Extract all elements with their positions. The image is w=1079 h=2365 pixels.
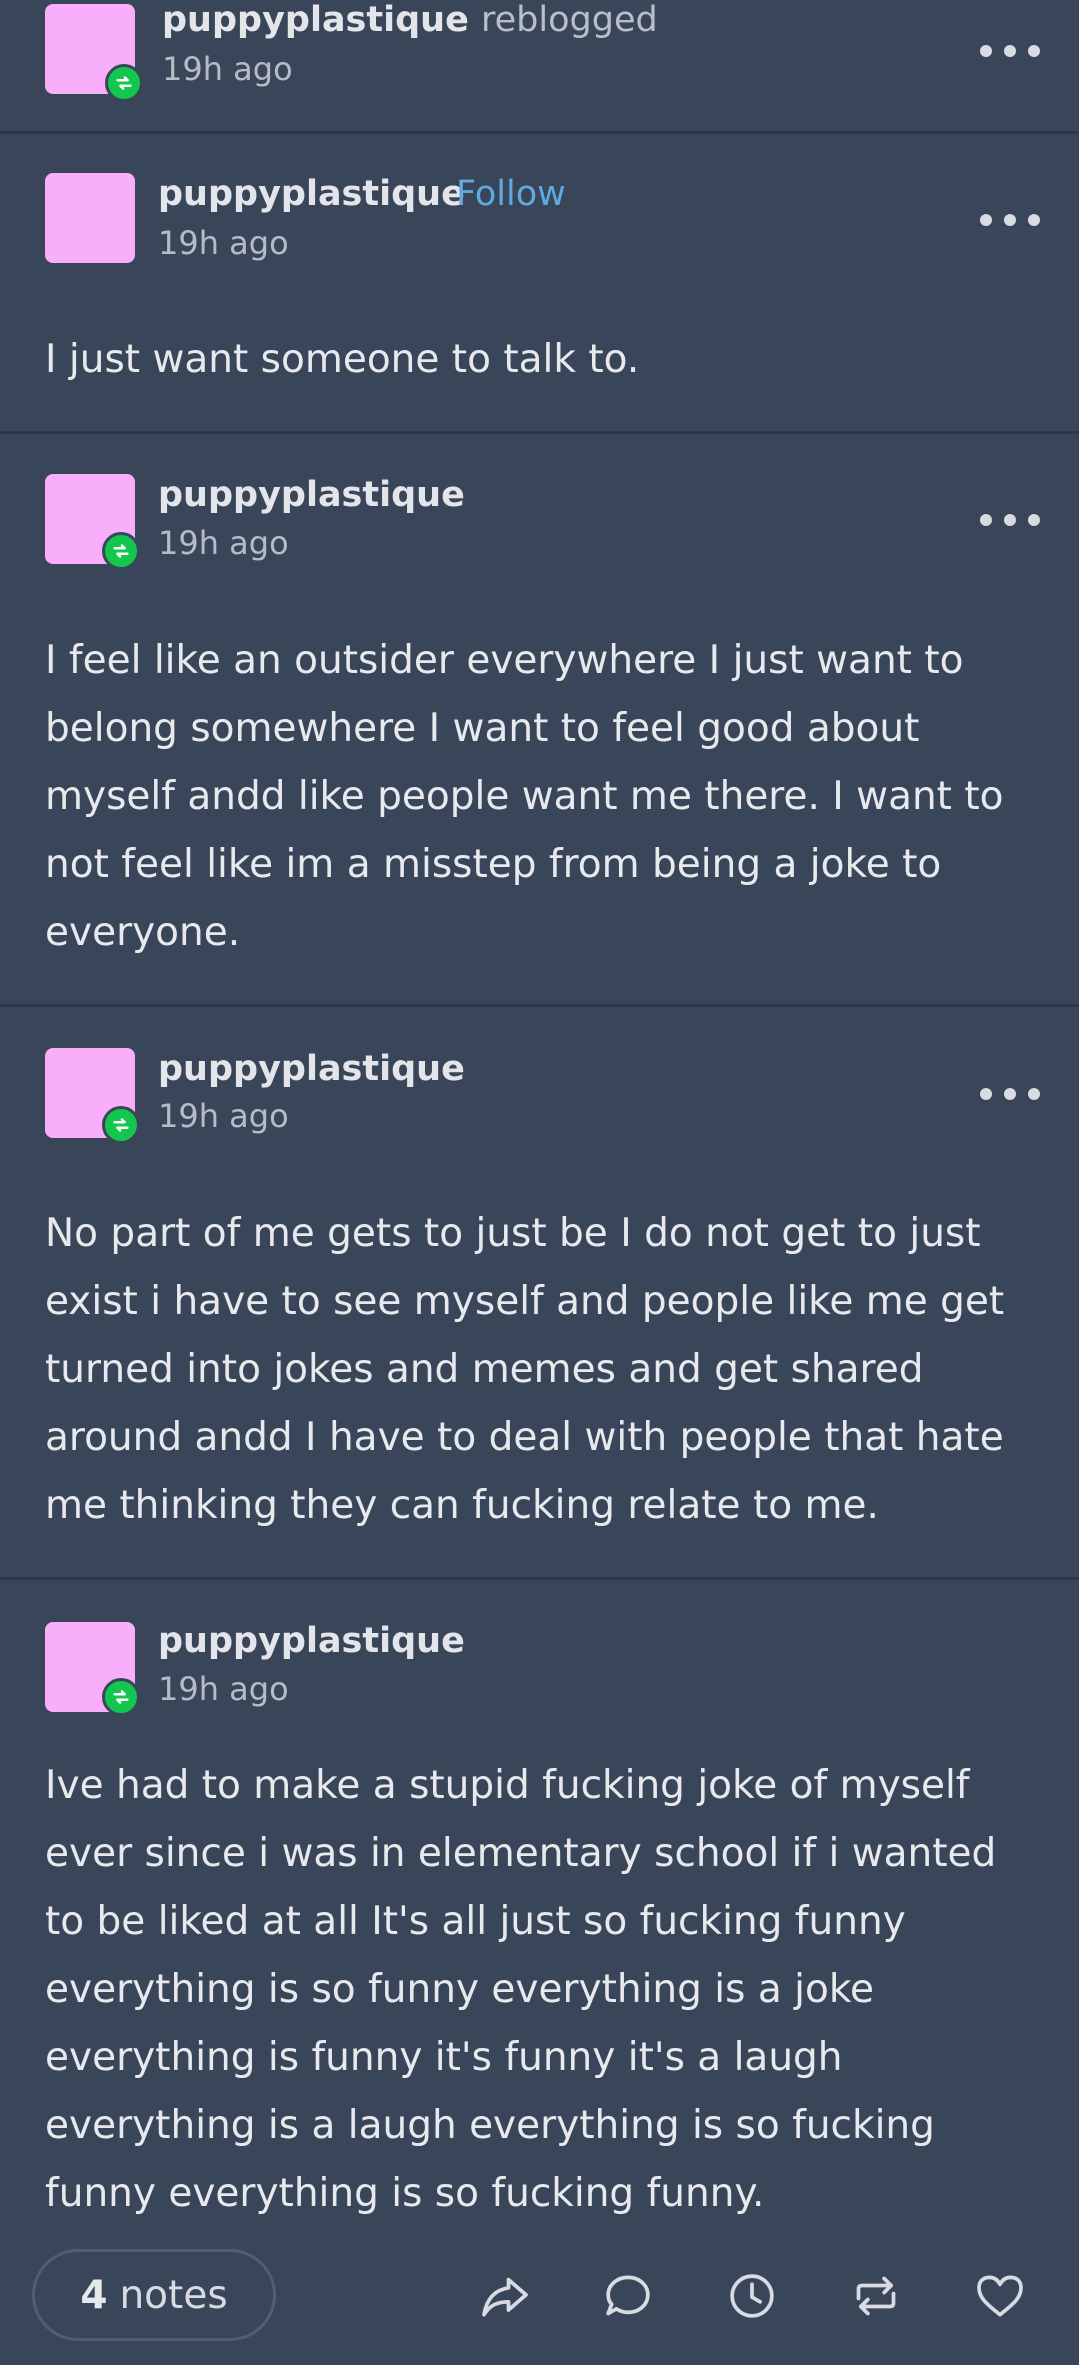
avatar[interactable] — [45, 173, 135, 263]
reblog-icon[interactable] — [848, 2268, 904, 2324]
notes-button[interactable]: 4 notes — [32, 2249, 276, 2341]
post-username[interactable]: puppyplastique — [158, 1621, 465, 1661]
divider — [0, 431, 1079, 434]
post-header: puppyplastique 19h ago — [0, 1616, 1079, 1716]
post-username[interactable]: puppyplastique — [158, 475, 465, 515]
post-username[interactable]: puppyplastique — [158, 174, 465, 214]
timestamp: 19h ago — [158, 1097, 289, 1135]
more-dot — [980, 1088, 992, 1100]
more-dot — [1004, 514, 1016, 526]
post-header: puppyplastique 19h ago — [0, 470, 1079, 570]
more-options-button[interactable] — [980, 205, 1040, 235]
more-dot — [980, 45, 992, 57]
divider — [0, 1004, 1079, 1007]
timestamp: 19h ago — [162, 50, 293, 88]
reblog-badge-icon — [102, 1678, 140, 1716]
divider — [0, 131, 1079, 134]
share-icon[interactable] — [477, 2268, 533, 2324]
post-header: puppyplastique Follow 19h ago — [0, 170, 1079, 270]
reblog-header: puppyplastique reblogged 19h ago — [0, 0, 1079, 102]
more-options-button[interactable] — [980, 36, 1040, 66]
reblog-badge-icon — [102, 532, 140, 570]
reply-icon[interactable] — [600, 2268, 656, 2324]
more-options-button[interactable] — [980, 505, 1040, 535]
more-dot — [1004, 45, 1016, 57]
more-dot — [1004, 214, 1016, 226]
reblog-username-text[interactable]: puppyplastique — [162, 0, 469, 40]
timestamp: 19h ago — [158, 1670, 289, 1708]
post-username[interactable]: puppyplastique — [158, 1049, 465, 1089]
more-dot — [980, 214, 992, 226]
reblog-badge-icon — [102, 1106, 140, 1144]
post-body: No part of me gets to just be I do not g… — [45, 1211, 1005, 1528]
timestamp: 19h ago — [158, 524, 289, 562]
more-dot — [1028, 45, 1040, 57]
notes-label: notes — [119, 2272, 228, 2318]
more-dot — [1028, 1088, 1040, 1100]
reblogged-label: reblogged — [481, 0, 658, 40]
post-body: I just want someone to talk to. — [45, 337, 640, 382]
reblog-badge-icon — [105, 64, 143, 102]
post-header: puppyplastique 19h ago — [0, 1043, 1079, 1144]
post-body: Ive had to make a stupid fucking joke of… — [45, 1763, 997, 2216]
history-icon[interactable] — [724, 2268, 780, 2324]
follow-button[interactable]: Follow — [456, 174, 566, 214]
post-body: I feel like an outsider everywhere I jus… — [45, 638, 1004, 955]
more-dot — [1028, 214, 1040, 226]
divider — [0, 1577, 1079, 1580]
reblog-username[interactable]: puppyplastique reblogged — [162, 0, 658, 40]
notes-count: 4 — [80, 2272, 108, 2318]
more-dot — [1028, 514, 1040, 526]
post-view: puppyplastique reblogged 19h ago puppypl… — [0, 0, 1079, 2365]
more-dot — [980, 514, 992, 526]
like-icon[interactable] — [972, 2268, 1028, 2324]
more-dot — [1004, 1088, 1016, 1100]
more-options-button[interactable] — [980, 1079, 1040, 1109]
timestamp: 19h ago — [158, 224, 289, 262]
